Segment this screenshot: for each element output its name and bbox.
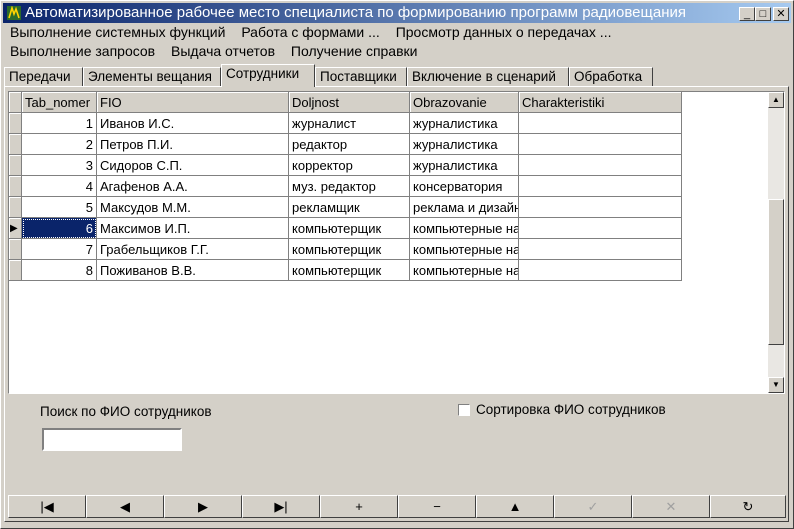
menu-help[interactable]: Получение справки — [291, 43, 418, 59]
nav-prior-button[interactable]: ◀ — [86, 495, 164, 518]
cell-tab-nomer[interactable]: 2 — [22, 134, 97, 155]
employees-grid[interactable]: Tab_nomer FIO Doljnost Obrazovanie Chara… — [8, 91, 785, 394]
tab-include-in-scenario[interactable]: Включение в сценарий — [407, 67, 569, 86]
menu-bar-row-1: Выполнение системных функций Работа с фо… — [10, 24, 623, 44]
cell-charakteristiki[interactable] — [519, 113, 682, 134]
cell-tab-nomer[interactable]: 8 — [22, 260, 97, 281]
cell-charakteristiki[interactable] — [519, 176, 682, 197]
cell-obrazovanie[interactable]: журналистика — [410, 155, 519, 176]
nav-first-button[interactable]: |◀ — [8, 495, 86, 518]
scroll-thumb[interactable] — [768, 199, 784, 345]
nav-post-button[interactable]: ✓ — [554, 495, 632, 518]
app-icon — [7, 6, 21, 20]
cell-charakteristiki[interactable] — [519, 197, 682, 218]
search-label: Поиск по ФИО сотрудников — [40, 404, 212, 419]
cell-fio[interactable]: Петров П.И. — [97, 134, 289, 155]
tab-broadcasts[interactable]: Передачи — [4, 67, 83, 86]
cell-doljnost[interactable]: муз. редактор — [289, 176, 410, 197]
cell-doljnost[interactable]: компьютерщик — [289, 260, 410, 281]
nav-next-button[interactable]: ▶ — [164, 495, 242, 518]
row-indicator[interactable] — [9, 239, 22, 260]
nav-last-button[interactable]: ▶| — [242, 495, 320, 518]
column-header-doljnost[interactable]: Doljnost — [289, 92, 410, 113]
cell-obrazovanie[interactable]: компьютерные науки — [410, 260, 519, 281]
nav-cancel-button[interactable]: ✕ — [632, 495, 710, 518]
row-indicator[interactable]: ▶ — [9, 218, 22, 239]
row-indicator[interactable] — [9, 134, 22, 155]
nav-delete-button[interactable]: − — [398, 495, 476, 518]
cell-fio[interactable]: Иванов И.С. — [97, 113, 289, 134]
cell-charakteristiki[interactable] — [519, 134, 682, 155]
cell-tab-nomer[interactable]: 7 — [22, 239, 97, 260]
header-indicator-cell — [9, 92, 22, 113]
column-header-obrazovanie[interactable]: Obrazovanie — [410, 92, 519, 113]
row-indicator[interactable] — [9, 197, 22, 218]
cell-tab-nomer[interactable]: 1 — [22, 113, 97, 134]
cell-fio[interactable]: Поживанов В.В. — [97, 260, 289, 281]
cell-doljnost[interactable]: компьютерщик — [289, 239, 410, 260]
cell-fio[interactable]: Грабельщиков Г.Г. — [97, 239, 289, 260]
menu-queries[interactable]: Выполнение запросов — [10, 43, 155, 59]
tab-processing[interactable]: Обработка — [569, 67, 653, 86]
scroll-up-button[interactable]: ▲ — [768, 92, 784, 108]
cell-fio[interactable]: Максудов М.М. — [97, 197, 289, 218]
cell-tab-nomer[interactable]: 6 — [22, 218, 97, 239]
cell-fio[interactable]: Агафенов А.А. — [97, 176, 289, 197]
scroll-down-button[interactable]: ▼ — [768, 377, 784, 393]
tab-employees[interactable]: Сотрудники — [221, 64, 315, 87]
nav-edit-button[interactable]: ▲ — [476, 495, 554, 518]
vertical-scrollbar[interactable]: ▲ ▼ — [768, 92, 784, 393]
nav-insert-button[interactable]: + — [320, 495, 398, 518]
tab-broadcast-elements[interactable]: Элементы вещания — [83, 67, 221, 86]
sort-checkbox-label[interactable]: Сортировка ФИО сотрудников — [476, 402, 666, 417]
cell-fio[interactable]: Максимов И.П. — [97, 218, 289, 239]
column-header-tab-nomer[interactable]: Tab_nomer — [22, 92, 97, 113]
cell-tab-nomer[interactable]: 5 — [22, 197, 97, 218]
cell-obrazovanie[interactable]: журналистика — [410, 113, 519, 134]
row-indicator[interactable] — [9, 155, 22, 176]
tab-suppliers[interactable]: Поставщики — [315, 67, 407, 86]
menu-bar-row-2: Выполнение запросов Выдача отчетов Получ… — [10, 43, 429, 63]
row-indicator[interactable] — [9, 176, 22, 197]
column-header-fio[interactable]: FIO — [97, 92, 289, 113]
minimize-button[interactable]: _ — [739, 7, 755, 21]
menu-view-broadcasts[interactable]: Просмотр данных о передачах ... — [396, 24, 612, 40]
cell-doljnost[interactable]: редактор — [289, 134, 410, 155]
cell-obrazovanie[interactable]: компьютерные науки — [410, 239, 519, 260]
cell-charakteristiki[interactable] — [519, 218, 682, 239]
cell-obrazovanie[interactable]: журналистика — [410, 134, 519, 155]
cell-obrazovanie[interactable]: реклама и дизайн — [410, 197, 519, 218]
cell-charakteristiki[interactable] — [519, 155, 682, 176]
cell-doljnost[interactable]: корректор — [289, 155, 410, 176]
close-button[interactable]: ✕ — [773, 7, 789, 21]
row-indicator[interactable] — [9, 113, 22, 134]
cell-tab-nomer[interactable]: 3 — [22, 155, 97, 176]
cell-tab-nomer[interactable]: 4 — [22, 176, 97, 197]
cell-charakteristiki[interactable] — [519, 260, 682, 281]
search-input[interactable] — [42, 428, 182, 451]
maximize-button[interactable]: □ — [755, 7, 771, 21]
window-title: Автоматизированное рабочее место специал… — [25, 4, 686, 21]
sort-checkbox[interactable] — [458, 404, 470, 416]
column-header-charakteristiki[interactable]: Charakteristiki — [519, 92, 682, 113]
nav-refresh-button[interactable]: ↻ — [710, 495, 786, 518]
cell-doljnost[interactable]: рекламщик — [289, 197, 410, 218]
cell-doljnost[interactable]: компьютерщик — [289, 218, 410, 239]
cell-charakteristiki[interactable] — [519, 239, 682, 260]
cell-doljnost[interactable]: журналист — [289, 113, 410, 134]
menu-reports[interactable]: Выдача отчетов — [171, 43, 275, 59]
cell-obrazovanie[interactable]: компьютерные науки — [410, 218, 519, 239]
cell-obrazovanie[interactable]: консерватория — [410, 176, 519, 197]
title-bar[interactable]: Автоматизированное рабочее место специал… — [3, 3, 791, 23]
row-indicator[interactable] — [9, 260, 22, 281]
cell-fio[interactable]: Сидоров С.П. — [97, 155, 289, 176]
menu-forms[interactable]: Работа с формами ... — [241, 24, 379, 40]
db-navigator: |◀ ◀ ▶ ▶| + − ▲ ✓ ✕ ↻ — [8, 495, 786, 518]
menu-system-functions[interactable]: Выполнение системных функций — [10, 24, 225, 40]
